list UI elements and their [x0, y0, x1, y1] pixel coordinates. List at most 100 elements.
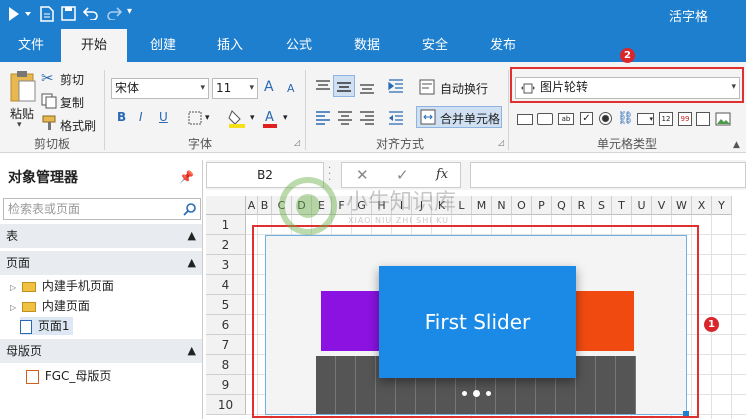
align-top-icon[interactable]: [315, 78, 331, 94]
fill-color-icon[interactable]: [228, 108, 246, 128]
section-pages[interactable]: 页面 ▲: [0, 251, 202, 275]
run-dropdown-icon[interactable]: [25, 12, 31, 16]
font-size-select[interactable]: 11 ▾: [212, 78, 258, 99]
tab-create[interactable]: 创建: [140, 29, 186, 62]
underline-button[interactable]: U: [159, 110, 168, 124]
row-header[interactable]: 4: [206, 275, 246, 295]
copy-button[interactable]: 复制: [60, 94, 84, 111]
column-header[interactable]: Y: [712, 196, 732, 215]
section-master-pages[interactable]: 母版页 ▲: [0, 339, 202, 363]
fill-dropdown-icon[interactable]: ▾: [250, 113, 255, 123]
font-color-dropdown-icon[interactable]: ▾: [283, 113, 288, 123]
paste-icon[interactable]: [9, 69, 37, 103]
column-header[interactable]: Q: [552, 196, 572, 215]
italic-button[interactable]: I: [139, 110, 143, 124]
radio-icon[interactable]: [599, 112, 612, 125]
tab-formula[interactable]: 公式: [276, 29, 322, 62]
calendar-icon[interactable]: 12: [659, 112, 673, 126]
new-file-icon[interactable]: [40, 6, 54, 22]
format-painter-icon[interactable]: [41, 115, 57, 131]
column-header[interactable]: X: [692, 196, 712, 215]
tab-file[interactable]: 文件: [8, 29, 54, 62]
column-header[interactable]: N: [492, 196, 512, 215]
column-header[interactable]: M: [472, 196, 492, 215]
confirm-icon[interactable]: ✓: [396, 166, 409, 184]
column-header[interactable]: S: [592, 196, 612, 215]
indent-icon[interactable]: [388, 78, 404, 94]
button-icon[interactable]: [537, 113, 553, 125]
quick-access-dropdown-icon[interactable]: ▾: [127, 6, 132, 17]
tab-data[interactable]: 数据: [344, 29, 390, 62]
align-bottom-icon[interactable]: [359, 78, 375, 94]
merge-cells-button[interactable]: 合并单元格: [440, 110, 500, 127]
font-color-icon[interactable]: A: [262, 108, 278, 128]
column-header[interactable]: O: [512, 196, 532, 215]
dialog-launcher-icon[interactable]: ◿: [498, 138, 504, 147]
hyperlink-icon[interactable]: ⛓: [617, 111, 634, 126]
align-right-icon[interactable]: [359, 110, 375, 126]
bold-button[interactable]: B: [117, 110, 126, 124]
tab-security[interactable]: 安全: [412, 29, 458, 62]
cut-button[interactable]: 剪切: [60, 71, 84, 88]
expand-arrow-icon[interactable]: ▷: [10, 303, 16, 312]
cancel-icon[interactable]: ✕: [356, 166, 369, 184]
shrink-font-button[interactable]: A: [287, 82, 295, 95]
row-header[interactable]: 2: [206, 235, 246, 255]
column-header[interactable]: V: [652, 196, 672, 215]
column-header[interactable]: T: [612, 196, 632, 215]
row-header[interactable]: 7: [206, 335, 246, 355]
undo-icon[interactable]: [83, 6, 99, 20]
search-input[interactable]: 检索表或页面: [3, 198, 201, 220]
row-header[interactable]: 10: [206, 395, 246, 415]
format-painter-button[interactable]: 格式刷: [60, 117, 96, 134]
column-header[interactable]: R: [572, 196, 592, 215]
checkbox-icon[interactable]: ✓: [580, 112, 593, 125]
run-icon[interactable]: [9, 7, 19, 21]
align-middle-icon[interactable]: [336, 78, 352, 94]
formula-input[interactable]: [470, 162, 746, 188]
save-icon[interactable]: [61, 6, 76, 21]
border-dropdown-icon[interactable]: ▾: [205, 113, 210, 123]
combobox-icon[interactable]: ▾: [637, 113, 654, 125]
align-center-icon[interactable]: [337, 110, 353, 126]
align-left-icon[interactable]: [315, 110, 331, 126]
column-header[interactable]: B: [258, 196, 272, 215]
tab-insert[interactable]: 插入: [207, 29, 253, 62]
pin-icon[interactable]: 📌: [179, 170, 194, 184]
select-all-corner[interactable]: [206, 196, 246, 215]
function-icon[interactable]: fx: [436, 167, 448, 182]
row-header[interactable]: 8: [206, 355, 246, 375]
row-header[interactable]: 1: [206, 215, 246, 235]
border-icon[interactable]: [188, 111, 202, 125]
wrap-text-icon[interactable]: [419, 79, 435, 95]
column-header[interactable]: A: [246, 196, 258, 215]
tab-publish[interactable]: 发布: [480, 29, 526, 62]
search-icon[interactable]: [183, 202, 197, 216]
column-header[interactable]: U: [632, 196, 652, 215]
label-icon[interactable]: ab: [558, 113, 574, 125]
number-icon[interactable]: 99: [678, 112, 692, 126]
row-header[interactable]: 6: [206, 315, 246, 335]
font-name-select[interactable]: 宋体 ▾: [111, 78, 209, 99]
tree-item-mobile-pages[interactable]: ▷ 内建手机页面: [10, 277, 114, 297]
merge-cells-icon[interactable]: [420, 109, 436, 125]
tree-item-page1[interactable]: 页面1: [20, 317, 74, 335]
paste-button[interactable]: 粘贴: [10, 105, 34, 122]
tree-item-builtin-pages[interactable]: ▷ 内建页面: [10, 297, 90, 317]
outdent-icon[interactable]: [388, 110, 404, 126]
row-header[interactable]: 3: [206, 255, 246, 275]
ribbon-collapse-icon[interactable]: ▲: [733, 140, 740, 150]
tab-home[interactable]: 开始: [61, 29, 127, 62]
expand-arrow-icon[interactable]: ▷: [10, 283, 16, 292]
tree-item-master-page[interactable]: FGC_母版页: [26, 367, 111, 385]
image-icon[interactable]: [715, 112, 731, 126]
grow-font-button[interactable]: A: [264, 79, 274, 95]
copy-icon[interactable]: [41, 93, 57, 109]
wrap-text-button[interactable]: 自动换行: [440, 80, 488, 97]
paste-dropdown-icon[interactable]: ▾: [17, 120, 22, 130]
redo-icon[interactable]: [106, 6, 122, 20]
row-header[interactable]: 5: [206, 295, 246, 315]
textbox-icon[interactable]: [517, 114, 533, 125]
column-header[interactable]: P: [532, 196, 552, 215]
section-tables[interactable]: 表 ▲: [0, 224, 202, 248]
